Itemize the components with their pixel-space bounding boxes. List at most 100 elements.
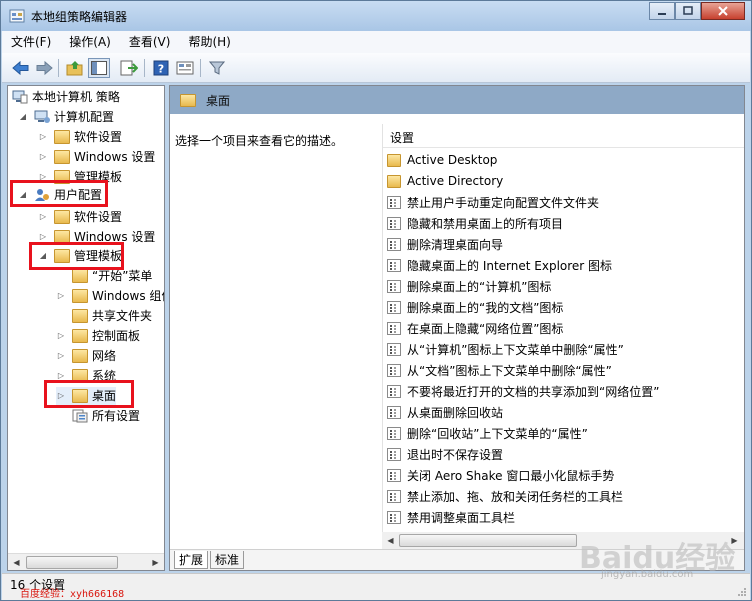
show-hide-tree-icon: [91, 61, 107, 75]
list-item-setting[interactable]: 隐藏和禁用桌面上的所有项目: [387, 213, 563, 233]
highlight-box-admin-templates: [29, 242, 124, 270]
tree-item-shared-folders[interactable]: 共享文件夹: [72, 307, 152, 325]
list-item-label: 在桌面上隐藏“网络位置”图标: [407, 321, 564, 336]
list-item-label: 删除“回收站”上下文菜单的“属性”: [407, 426, 588, 441]
list-item-label: 退出时不保存设置: [407, 447, 504, 462]
list-item-label: 禁止用户手动重定向配置文件文件夹: [407, 195, 600, 210]
scroll-left-arrow-icon[interactable]: ◀: [384, 534, 397, 547]
author-watermark: 百度经验：xyh666168: [20, 589, 125, 600]
policy-setting-icon: [387, 195, 401, 209]
collapsed-arrow-icon[interactable]: ▷: [56, 351, 66, 361]
list-item-setting[interactable]: 不要将最近打开的文档的共享添加到“网络位置”: [387, 381, 659, 401]
list-item-setting[interactable]: 禁止添加、拖、放和关闭任务栏的工具栏: [387, 486, 623, 506]
collapsed-arrow-icon[interactable]: ▷: [38, 152, 48, 162]
scrollbar-thumb[interactable]: [26, 556, 118, 569]
filter-button[interactable]: [206, 58, 228, 78]
folder-icon: [72, 289, 88, 303]
policy-setting-icon: [387, 321, 401, 335]
toolbar-separator: [144, 59, 145, 77]
scroll-right-arrow-icon[interactable]: ▶: [149, 556, 162, 569]
list-item-setting[interactable]: 从“文档”图标上下文菜单中删除“属性”: [387, 360, 612, 380]
properties-view-button[interactable]: [174, 58, 196, 78]
list-item-setting[interactable]: 禁用调整桌面工具栏: [387, 507, 515, 527]
tree-pane[interactable]: 本地计算机 策略 ◢ 计算机配置 ▷ 软件设置 ▷ Windows 设置 ▷ 管…: [7, 85, 165, 571]
list-item-setting[interactable]: 删除桌面上的“计算机”图标: [387, 276, 551, 296]
properties-view-icon: [176, 61, 194, 75]
menu-help[interactable]: 帮助(H): [179, 31, 239, 53]
collapsed-arrow-icon[interactable]: ▷: [38, 132, 48, 142]
minimize-button[interactable]: [649, 2, 675, 20]
list-item-setting[interactable]: 删除清理桌面向导: [387, 234, 503, 254]
toolbar-separator: [58, 59, 59, 77]
folder-icon: [72, 309, 88, 323]
help-button[interactable]: ?: [150, 58, 172, 78]
tree-item-windows-components[interactable]: ▷ Windows 组件: [56, 287, 164, 305]
policy-setting-icon: [387, 300, 401, 314]
tree-item-computer-config[interactable]: ◢ 计算机配置: [18, 108, 114, 126]
list-item-setting[interactable]: 从“计算机”图标上下文菜单中删除“属性”: [387, 339, 624, 359]
list-item-setting[interactable]: 删除“回收站”上下文菜单的“属性”: [387, 423, 588, 443]
collapsed-arrow-icon[interactable]: ▷: [56, 291, 66, 301]
computer-config-icon: [34, 110, 50, 123]
policy-setting-icon: [387, 363, 401, 377]
policy-setting-icon: [387, 468, 401, 482]
maximize-button[interactable]: [675, 2, 701, 20]
folder-icon: [72, 349, 88, 363]
tree-horizontal-scrollbar[interactable]: ◀ ▶: [8, 553, 164, 570]
tree-item-label: 计算机配置: [54, 110, 115, 124]
minimize-icon: [658, 13, 666, 15]
policy-setting-icon: [387, 489, 401, 503]
list-item-label: 从桌面删除回收站: [407, 405, 504, 420]
tree-item-label: 控制面板: [92, 329, 141, 343]
collapsed-arrow-icon[interactable]: ▷: [38, 212, 48, 222]
forward-button[interactable]: [33, 58, 55, 78]
details-header: 桌面: [170, 86, 744, 114]
folder-icon: [72, 329, 88, 343]
list-item-setting[interactable]: 从桌面删除回收站: [387, 402, 503, 422]
folder-icon: [54, 210, 70, 224]
policy-setting-icon: [387, 279, 401, 293]
close-button[interactable]: [701, 2, 745, 20]
tab-standard[interactable]: 标准: [210, 551, 245, 569]
back-button[interactable]: [10, 58, 32, 78]
list-item-setting[interactable]: 隐藏桌面上的 Internet Explorer 图标: [387, 255, 612, 275]
menu-file[interactable]: 文件(F): [2, 31, 60, 53]
list-item-folder[interactable]: Active Desktop: [387, 150, 497, 170]
tree-item-network[interactable]: ▷ 网络: [56, 347, 116, 365]
list-item-label: 禁止添加、拖、放和关闭任务栏的工具栏: [407, 489, 624, 504]
svg-text:?: ?: [158, 63, 164, 76]
list-item-label: 关闭 Aero Shake 窗口最小化鼠标手势: [407, 468, 615, 483]
policy-setting-icon: [387, 342, 401, 356]
column-header-settings[interactable]: 设置: [383, 124, 744, 148]
list-item-setting[interactable]: 关闭 Aero Shake 窗口最小化鼠标手势: [387, 465, 614, 485]
tree-item-cc-software[interactable]: ▷ 软件设置: [38, 128, 122, 146]
expanded-arrow-icon[interactable]: ◢: [18, 112, 28, 122]
up-one-level-button[interactable]: [64, 58, 86, 78]
filter-icon: [209, 61, 225, 75]
resize-grip-icon[interactable]: [737, 587, 747, 597]
scroll-left-arrow-icon[interactable]: ◀: [10, 556, 23, 569]
back-arrow-icon: [12, 60, 29, 76]
tree-item-root[interactable]: 本地计算机 策略: [12, 88, 120, 106]
list-item-setting[interactable]: 在桌面上隐藏“网络位置”图标: [387, 318, 563, 338]
menu-view[interactable]: 查看(V): [120, 31, 180, 53]
tab-extended[interactable]: 扩展: [174, 551, 209, 569]
menu-action[interactable]: 操作(A): [60, 31, 120, 53]
collapsed-arrow-icon[interactable]: ▷: [38, 232, 48, 242]
scrollbar-thumb[interactable]: [399, 534, 577, 547]
show-hide-tree-button[interactable]: [88, 58, 110, 78]
collapsed-arrow-icon[interactable]: ▷: [56, 331, 66, 341]
tree-item-control-panel[interactable]: ▷ 控制面板: [56, 327, 140, 345]
list-item-folder[interactable]: Active Directory: [387, 171, 503, 191]
tree-item-uc-software[interactable]: ▷ 软件设置: [38, 208, 122, 226]
tree-item-cc-windows[interactable]: ▷ Windows 设置: [38, 148, 155, 166]
details-header-title: 桌面: [206, 93, 231, 108]
list-item-label: 删除桌面上的“计算机”图标: [407, 279, 552, 294]
export-list-button[interactable]: [118, 58, 140, 78]
list-item-setting[interactable]: 禁止用户手动重定向配置文件文件夹: [387, 192, 599, 212]
highlight-box-desktop: [44, 380, 134, 408]
title-bar[interactable]: 本地组策略编辑器: [1, 1, 751, 31]
list-item-setting[interactable]: 删除桌面上的“我的文档”图标: [387, 297, 563, 317]
list-item-setting[interactable]: 退出时不保存设置: [387, 444, 503, 464]
tree-item-all-settings[interactable]: 所有设置: [72, 407, 140, 425]
